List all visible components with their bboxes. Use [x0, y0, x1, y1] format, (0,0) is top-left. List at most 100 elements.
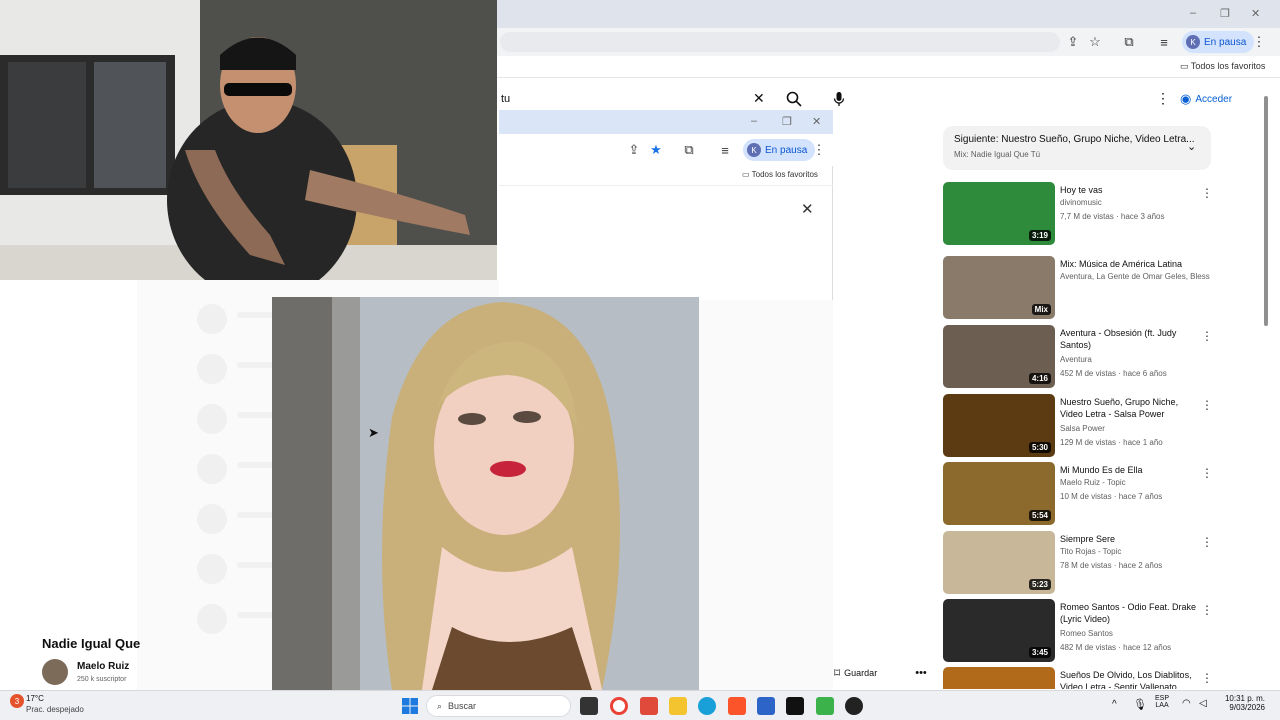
weather-temp[interactable]: 17°C — [26, 694, 44, 703]
more-options-icon[interactable]: ⋮ — [1201, 398, 1213, 412]
channel-name[interactable]: Tito Rojas - Topic — [1060, 547, 1121, 556]
popup-close-button[interactable]: ✕ — [812, 115, 821, 128]
video-thumbnail[interactable]: Mix — [943, 256, 1055, 319]
more-options-icon[interactable]: ⋮ — [1201, 671, 1213, 685]
more-options-icon[interactable]: ⋮ — [1201, 466, 1213, 480]
store-icon[interactable] — [757, 697, 775, 715]
dialog-close-icon[interactable]: ✕ — [801, 200, 814, 218]
video-meta: 482 M de vistas · hace 12 años — [1060, 643, 1172, 652]
video-thumbnail[interactable]: 3:45 — [943, 599, 1055, 662]
search-input[interactable]: tu ✕ — [499, 86, 774, 112]
popup-bookmarks-folder[interactable]: ▭ Todos los favoritos — [742, 170, 818, 179]
chevron-up-icon[interactable]: ^ — [1112, 699, 1117, 710]
recommendation-item[interactable]: 4:16 Aventura - Obsesión (ft. Judy Santo… — [943, 325, 1223, 389]
channel-name[interactable]: Salsa Power — [1060, 424, 1105, 433]
mix-badge: Mix — [1031, 304, 1051, 315]
recommendation-item[interactable]: 5:23 Siempre Sere Tito Rojas - Topic 78 … — [943, 531, 1223, 595]
video-thumbnail[interactable]: 3:19 — [943, 182, 1055, 245]
signin-button[interactable]: ◉ Acceder — [1180, 88, 1246, 110]
task-view-icon[interactable] — [580, 697, 598, 715]
channel-name[interactable]: divinomusic — [1060, 198, 1102, 207]
more-options-icon[interactable]: ⋮ — [1201, 186, 1213, 200]
channel-name-main[interactable]: Maelo Ruiz — [77, 661, 129, 672]
settings-menu-icon[interactable]: ⋮ — [1156, 90, 1170, 107]
scrollbar-thumb[interactable] — [1264, 96, 1268, 326]
close-window-button[interactable]: ✕ — [1251, 7, 1260, 20]
profile-button[interactable]: K En pausa — [1182, 31, 1255, 53]
recommendation-item[interactable]: 5:30 Nuestro Sueño, Grupo Niche, Video L… — [943, 394, 1223, 458]
folder-icon: ▭ — [1180, 61, 1191, 71]
more-options-icon[interactable]: ⋮ — [1201, 329, 1213, 343]
edge-icon[interactable] — [698, 697, 716, 715]
more-options-icon[interactable]: ⋮ — [1201, 535, 1213, 549]
search-button[interactable] — [778, 86, 810, 112]
video-title[interactable]: Mi Mundo Es de Ella — [1060, 464, 1200, 476]
channel-name[interactable]: Romeo Santos — [1060, 629, 1113, 638]
tradingview-icon[interactable] — [786, 697, 804, 715]
video-thumbnail[interactable]: 5:23 — [943, 531, 1055, 594]
media-control-icon[interactable]: ≡ — [1155, 33, 1173, 51]
recommendation-item[interactable]: 3:19 Hoy te vas divinomusic 7,7 M de vis… — [943, 182, 1223, 246]
file-explorer-icon[interactable] — [669, 697, 687, 715]
popup-minimize-button[interactable]: – — [751, 115, 757, 127]
more-options-icon[interactable]: ⋮ — [1201, 603, 1213, 617]
browser-menu-icon[interactable]: ⋮ — [1250, 33, 1268, 51]
video-thumbnail[interactable] — [943, 667, 1055, 689]
microphone-icon[interactable]: 🎙 — [1133, 698, 1147, 711]
wifi-icon[interactable]: ◠ — [1182, 698, 1191, 709]
popup-bookmark-star-icon[interactable]: ★ — [647, 141, 665, 159]
volume-icon[interactable]: ◁ — [1199, 698, 1207, 709]
popup-profile-button[interactable]: K En pausa — [743, 139, 816, 161]
video-title[interactable]: Mix: Música de América Latina — [1060, 258, 1200, 270]
minimize-button[interactable]: – — [1190, 7, 1196, 19]
voice-search-button[interactable] — [828, 88, 850, 110]
taskbar-search[interactable]: ⌕ Buscar — [426, 695, 571, 717]
bookmark-star-icon[interactable]: ☆ — [1086, 33, 1104, 51]
video-title[interactable]: Siempre Sere — [1060, 533, 1200, 545]
up-next-panel[interactable]: Siguiente: Nuestro Sueño, Grupo Niche, V… — [943, 126, 1211, 170]
popup-window: – ❐ ✕ ⇪ ★ ⧉ ≡ K En pausa ⋮ ▭ Todos los f… — [499, 110, 833, 300]
video-thumbnail[interactable]: 4:16 — [943, 325, 1055, 388]
install-app-icon[interactable]: ⇪ — [1064, 33, 1082, 51]
video-title[interactable]: Aventura - Obsesión (ft. Judy Santos) — [1060, 327, 1200, 351]
brave-icon[interactable] — [728, 697, 746, 715]
obs-icon[interactable] — [845, 697, 863, 715]
popup-maximize-button[interactable]: ❐ — [782, 115, 792, 128]
more-actions-button[interactable]: ••• — [910, 663, 932, 683]
language-indicator[interactable]: ESP LAA — [1155, 695, 1169, 709]
popup-install-icon[interactable]: ⇪ — [625, 141, 643, 159]
channel-avatar[interactable] — [42, 659, 68, 685]
windows-taskbar: 3 17°C Prac. despejado ⌕ Buscar ^ 🎙 ESP … — [0, 690, 1280, 720]
popup-extensions-icon[interactable]: ⧉ — [680, 141, 698, 159]
account-circle-icon: ◉ — [1180, 91, 1192, 106]
recommendation-item[interactable]: 5:54 Mi Mundo Es de Ella Maelo Ruiz - To… — [943, 462, 1223, 526]
popup-media-icon[interactable]: ≡ — [716, 141, 734, 159]
address-bar[interactable] — [500, 32, 1060, 52]
save-button[interactable]: ⌑ Guardar — [834, 663, 904, 683]
recommendation-item[interactable]: Mix Mix: Música de América Latina Aventu… — [943, 256, 1223, 320]
chrome-icon[interactable] — [610, 697, 628, 715]
media-app-icon[interactable] — [640, 697, 658, 715]
clear-search-icon[interactable]: ✕ — [753, 90, 765, 107]
profile-photo[interactable] — [272, 297, 699, 690]
recommendation-item[interactable]: 3:45 Romeo Santos - Odio Feat. Drake (Ly… — [943, 599, 1223, 663]
bookmarks-folder[interactable]: ▭ Todos los favoritos — [1180, 61, 1265, 72]
clock[interactable]: 10:31 p. m. 9/03/2026 — [1215, 694, 1265, 712]
channel-name[interactable]: Aventura — [1060, 355, 1092, 364]
popup-menu-icon[interactable]: ⋮ — [810, 141, 828, 159]
video-thumbnail[interactable]: 5:30 — [943, 394, 1055, 457]
chevron-down-icon[interactable]: ⌄ — [1187, 140, 1196, 153]
extensions-icon[interactable]: ⧉ — [1120, 33, 1138, 51]
video-thumbnail[interactable]: 5:54 — [943, 462, 1055, 525]
windows-start-icon[interactable] — [402, 698, 418, 714]
video-title[interactable]: Sueños De Olvido, Los Diablitos, Video L… — [1060, 669, 1200, 689]
video-title-main: Nadie Igual Que — [42, 636, 141, 651]
video-title[interactable]: Hoy te vas — [1060, 184, 1200, 196]
weather-desc[interactable]: Prac. despejado — [26, 705, 84, 714]
recommendation-item[interactable]: Sueños De Olvido, Los Diablitos, Video L… — [943, 667, 1223, 689]
video-title[interactable]: Romeo Santos - Odio Feat. Drake (Lyric V… — [1060, 601, 1200, 625]
app-icon[interactable] — [816, 697, 834, 715]
channel-name[interactable]: Maelo Ruiz - Topic — [1060, 478, 1126, 487]
video-title[interactable]: Nuestro Sueño, Grupo Niche, Video Letra … — [1060, 396, 1200, 420]
maximize-button[interactable]: ❐ — [1220, 7, 1230, 20]
